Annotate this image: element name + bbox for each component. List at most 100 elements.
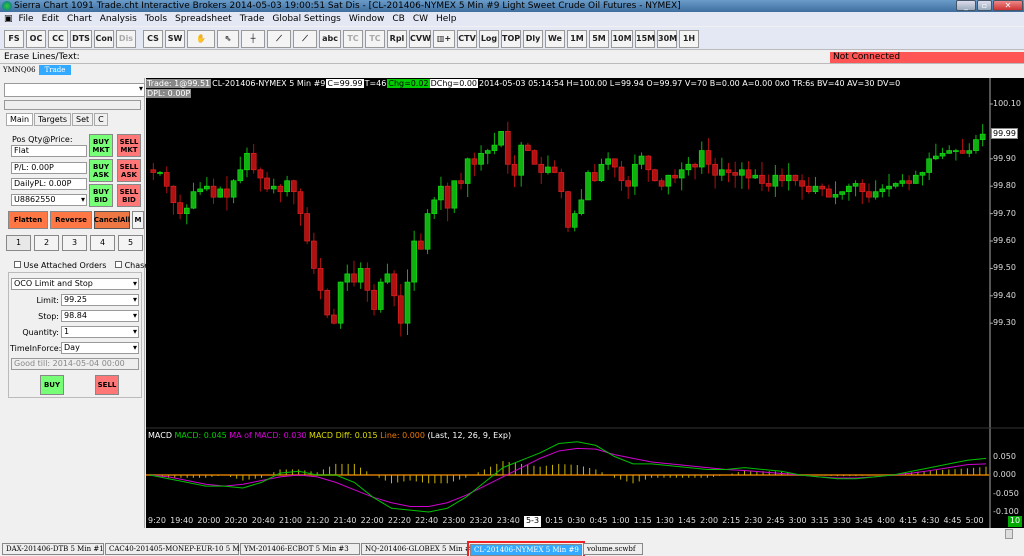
toolbar-button-12[interactable]: ⟋ bbox=[293, 30, 317, 48]
toolbar-button-11[interactable]: ⟋ bbox=[267, 30, 291, 48]
toolbar-button-14[interactable]: TC 1 bbox=[343, 30, 363, 59]
trade-tab[interactable]: Trade bbox=[38, 65, 72, 75]
symbol-select[interactable] bbox=[4, 83, 145, 97]
menu-edit[interactable]: Edit bbox=[42, 14, 59, 24]
sell-button[interactable]: SELL bbox=[95, 375, 119, 395]
cancel-all-button[interactable]: CancelAll bbox=[94, 211, 130, 229]
toolbar-button-22[interactable]: Dly bbox=[523, 30, 543, 48]
toolbar-button-7[interactable]: SW bbox=[165, 30, 185, 48]
toolbar-button-28[interactable]: 30M bbox=[657, 30, 677, 48]
toolbar-button-21[interactable]: TOP bbox=[501, 30, 521, 48]
candle-body bbox=[317, 268, 324, 291]
toolbar-button-6[interactable]: CS bbox=[143, 30, 163, 48]
toolbar-button-19[interactable]: CTV bbox=[457, 30, 477, 48]
menu-analysis[interactable]: Analysis bbox=[100, 14, 137, 24]
close-value: C=99.99 bbox=[326, 79, 364, 88]
qty-button-4[interactable]: 4 bbox=[90, 235, 115, 251]
buy-button[interactable]: BUY bbox=[40, 375, 64, 395]
toolbar-button-16[interactable]: Rpl bbox=[387, 30, 407, 48]
chart-tab-2[interactable]: YM-201406-ECBOT 5 Min #3 bbox=[240, 543, 360, 555]
chart-area[interactable] bbox=[146, 78, 1024, 528]
toolbar-button-13[interactable]: abc bbox=[319, 30, 341, 48]
use-attached-checkbox[interactable] bbox=[14, 261, 21, 268]
qty-button-3[interactable]: 3 bbox=[62, 235, 87, 251]
qty-button-1[interactable]: 1 bbox=[6, 235, 31, 251]
chart-tab-3[interactable]: NQ-201406-GLOBEX 5 Min #4 bbox=[361, 543, 475, 555]
chart-canvas bbox=[146, 78, 1024, 528]
time-tick: 3:00 bbox=[788, 516, 807, 525]
trade-tab-main[interactable]: Main bbox=[6, 113, 34, 126]
toolbar-button-2[interactable]: CC bbox=[48, 30, 68, 48]
sell-ask-button[interactable]: SELL ASK bbox=[117, 159, 141, 182]
time-tick: 4:00 bbox=[877, 516, 896, 525]
toolbar-button-0[interactable]: FS bbox=[4, 30, 24, 48]
trade-tab-c[interactable]: C bbox=[94, 113, 108, 126]
menu-help[interactable]: Help bbox=[436, 14, 457, 24]
chart-tab-1[interactable]: CAC40-201405-MONEP-EUR-10 5 Min #2 bbox=[105, 543, 259, 555]
menu-cb[interactable]: CB bbox=[392, 14, 404, 24]
toolbar-button-25[interactable]: 5M bbox=[589, 30, 609, 48]
trade-tab-set[interactable]: Set bbox=[72, 113, 94, 126]
time-in-force-select[interactable]: Day bbox=[61, 342, 139, 354]
candle-body bbox=[712, 163, 718, 176]
toolbar-button-17[interactable]: CVW bbox=[409, 30, 431, 48]
chase-checkbox[interactable] bbox=[115, 261, 123, 268]
chart-tab-5[interactable]: volume.scwbf bbox=[583, 543, 643, 555]
toolbar-button-24[interactable]: 1M bbox=[567, 30, 587, 48]
maximize-button[interactable]: ▫ bbox=[977, 0, 992, 11]
limit-field[interactable]: 99.25 bbox=[61, 294, 139, 306]
menu-window[interactable]: Window bbox=[349, 14, 385, 24]
quantity-field[interactable]: 1 bbox=[61, 326, 139, 338]
toolbar-button-27[interactable]: 15M bbox=[635, 30, 655, 48]
toolbar-button-9[interactable]: ⇖ bbox=[217, 30, 239, 48]
time-tick: 3:15 bbox=[810, 516, 829, 525]
horizontal-scrollbar[interactable] bbox=[0, 528, 1024, 540]
toolbar-button-29[interactable]: 1H bbox=[679, 30, 699, 48]
chart-tab-0[interactable]: DAX-201406-DTB 5 Min #1 bbox=[2, 543, 104, 555]
candle-body bbox=[785, 174, 792, 182]
candle-body bbox=[839, 191, 846, 195]
toolbar-button-1[interactable]: OC bbox=[26, 30, 46, 48]
m-button[interactable]: M bbox=[132, 211, 144, 229]
trade-tab-targets[interactable]: Targets bbox=[34, 113, 72, 126]
reverse-button[interactable]: Reverse bbox=[50, 211, 92, 229]
sell-market-button[interactable]: SELL MKT bbox=[117, 134, 141, 157]
buy-bid-button[interactable]: BUY BID bbox=[89, 184, 113, 207]
qty-button-5[interactable]: 5 bbox=[118, 235, 143, 251]
chart-tab-4[interactable]: CL-201406-NYMEX 5 Min #9 bbox=[467, 541, 585, 556]
symbol-tab[interactable]: YMNQ06 bbox=[0, 66, 39, 74]
stop-field[interactable]: 98.84 bbox=[61, 310, 139, 322]
toolbar-button-23[interactable]: We bbox=[545, 30, 565, 48]
toolbar-button-10[interactable]: ┼ bbox=[241, 30, 265, 48]
sell-bid-button[interactable]: SELL BID bbox=[117, 184, 141, 207]
menu-spreadsheet[interactable]: Spreadsheet bbox=[175, 14, 232, 24]
minimize-button[interactable]: _ bbox=[956, 0, 976, 11]
chart-tabs: DAX-201406-DTB 5 Min #1 CAC40-201405-MONE… bbox=[0, 541, 1024, 556]
order-type-select[interactable]: OCO Limit and Stop bbox=[11, 278, 139, 290]
buy-ask-button[interactable]: BUY ASK bbox=[89, 159, 113, 182]
toolbar-button-5[interactable]: Dis bbox=[116, 30, 136, 48]
candle-body bbox=[391, 273, 397, 297]
toolbar-button-20[interactable]: Log bbox=[479, 30, 499, 48]
toolbar-button-3[interactable]: DTS bbox=[70, 30, 92, 48]
toolbar-button-4[interactable]: Con bbox=[94, 30, 114, 48]
trade-window: MainTargetsSetC Pos Qty@Price: Flat P/L:… bbox=[0, 78, 149, 528]
menu-global-settings[interactable]: Global Settings bbox=[272, 14, 340, 24]
buy-market-button[interactable]: BUY MKT bbox=[89, 134, 113, 157]
scroll-thumb[interactable] bbox=[1005, 529, 1013, 539]
toolbar-button-15[interactable]: TC 2 bbox=[365, 30, 385, 59]
menu-file[interactable]: File bbox=[19, 14, 34, 24]
menu-tools[interactable]: Tools bbox=[145, 14, 167, 24]
menu-trade[interactable]: Trade bbox=[240, 14, 265, 24]
toolbar-button-18[interactable]: ▥+ bbox=[433, 30, 455, 48]
qty-button-2[interactable]: 2 bbox=[34, 235, 59, 251]
toolbar-button-8[interactable]: ✋ bbox=[187, 30, 215, 48]
candle-body bbox=[478, 152, 484, 165]
menu-cw[interactable]: CW bbox=[413, 14, 428, 24]
account-select[interactable]: U8862550 bbox=[11, 194, 87, 206]
close-button[interactable]: ✕ bbox=[993, 0, 1023, 11]
toolbar-button-26[interactable]: 10M bbox=[611, 30, 633, 48]
flatten-button[interactable]: Flatten bbox=[8, 211, 48, 229]
price-tick: 99.80 bbox=[993, 181, 1016, 191]
menu-chart[interactable]: Chart bbox=[67, 14, 92, 24]
